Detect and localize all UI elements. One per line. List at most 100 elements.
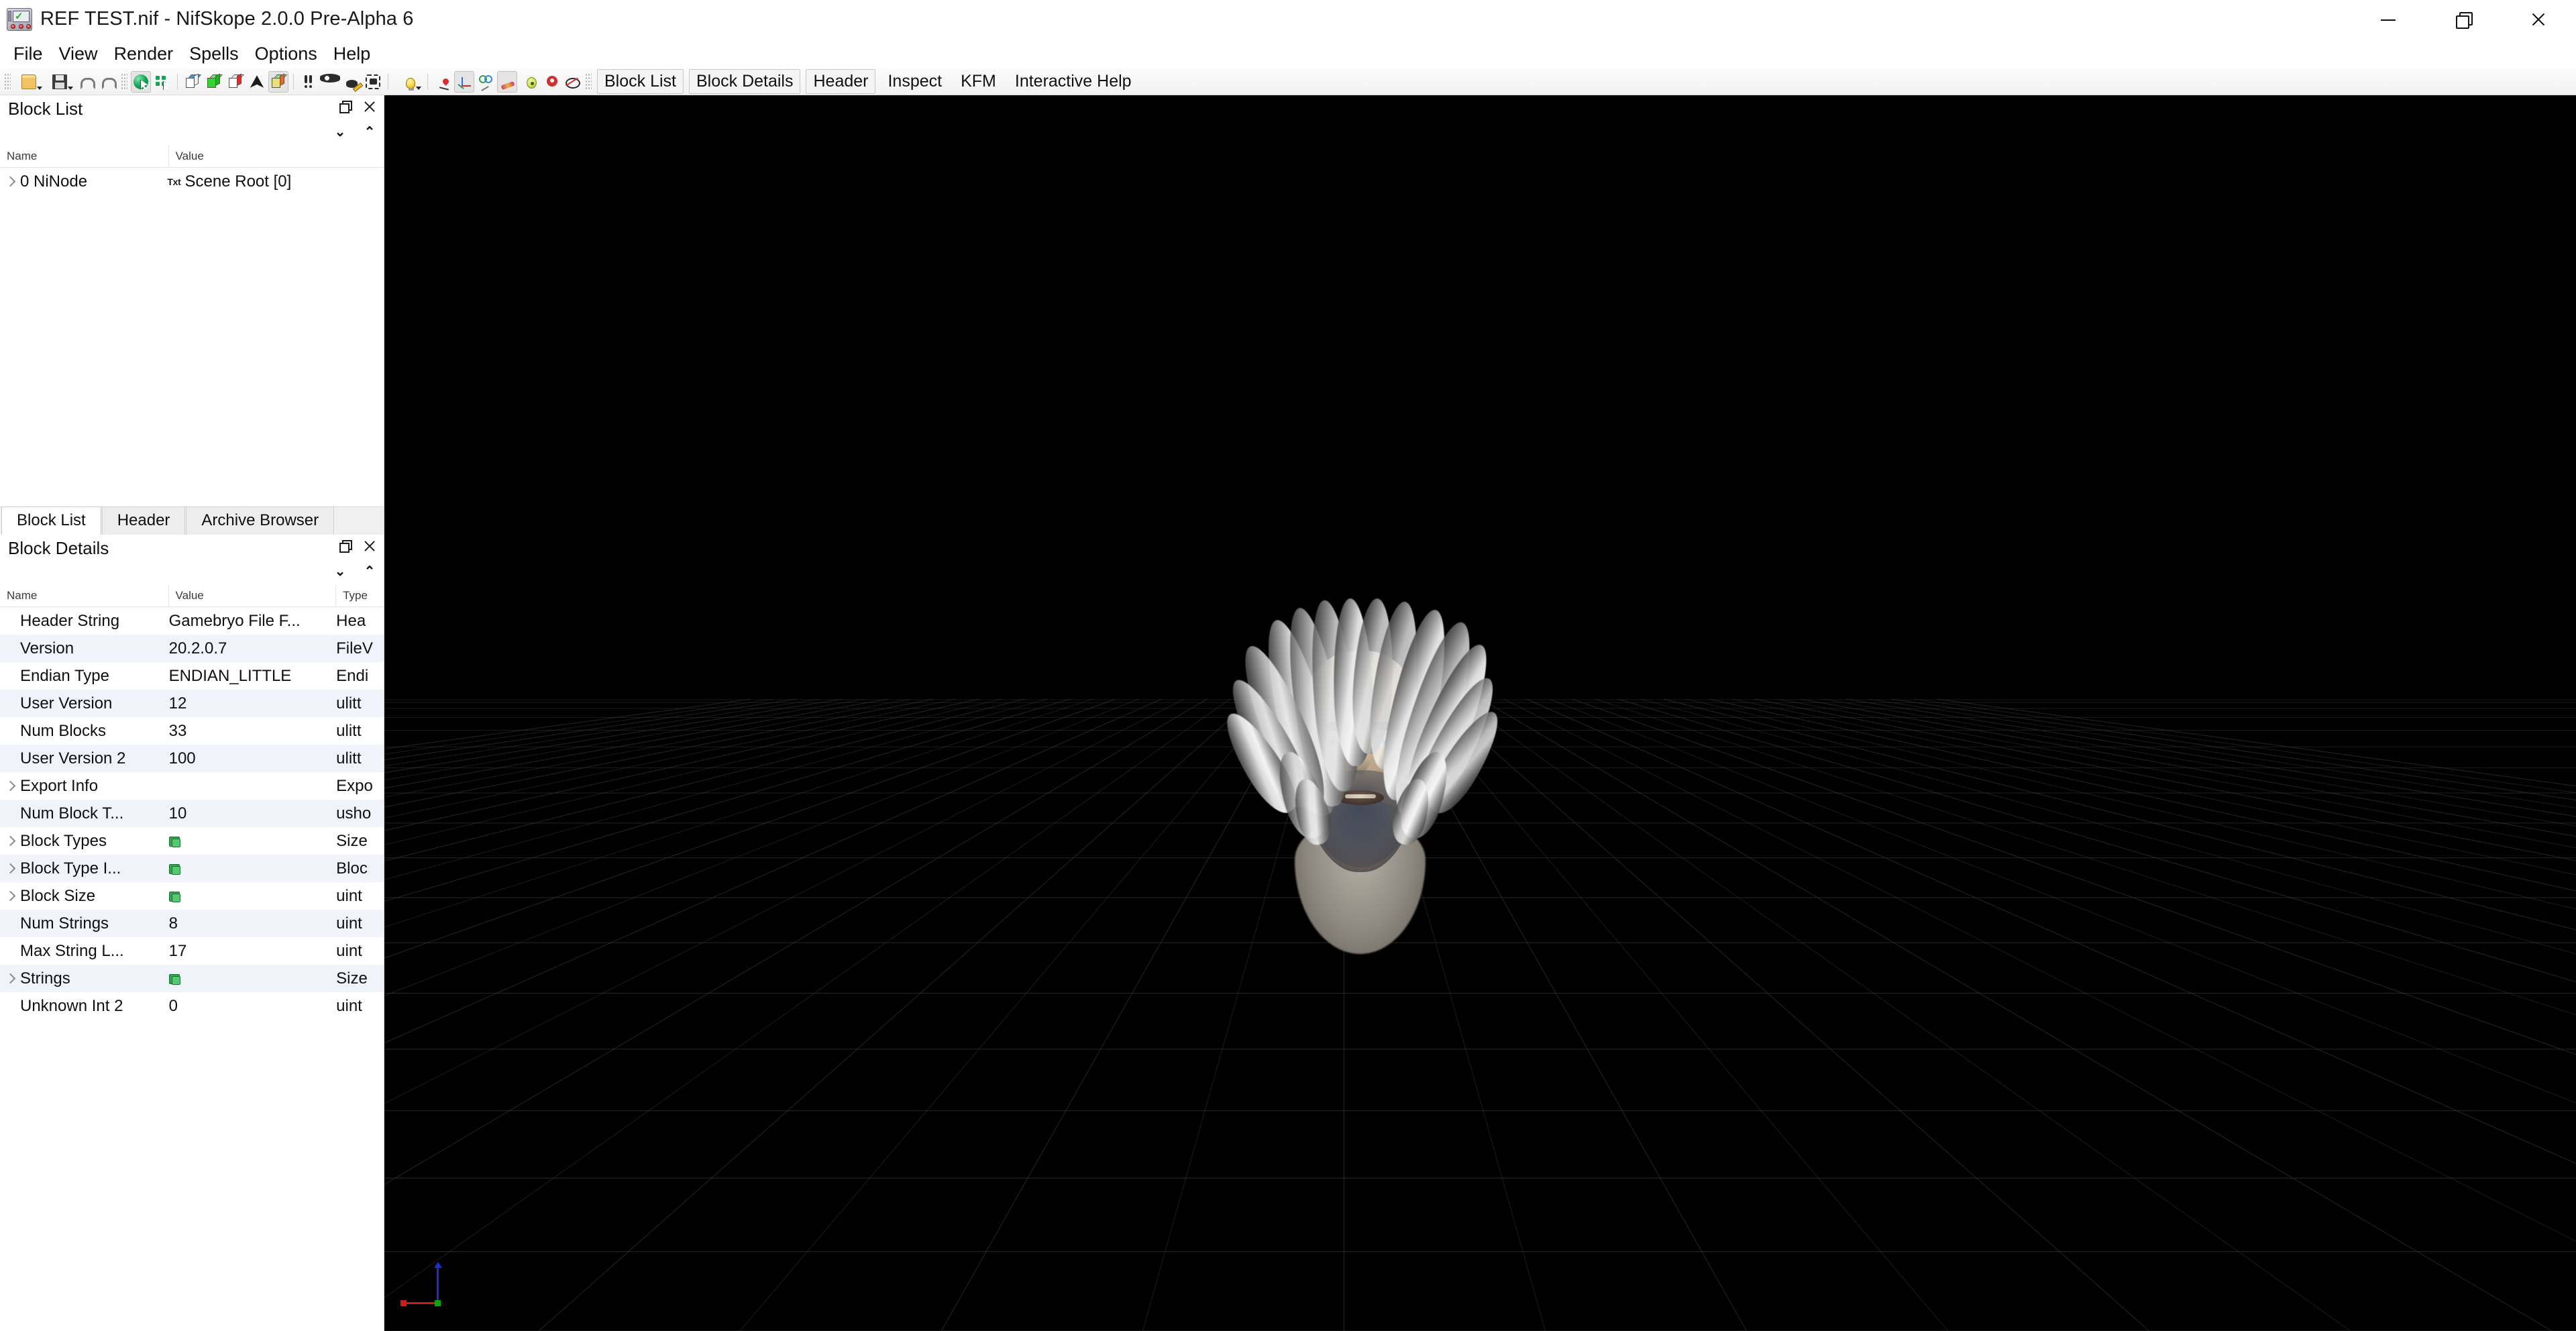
block-details-row-value: 8 xyxy=(168,914,178,933)
render-viewport[interactable] xyxy=(384,95,2576,1331)
menu-item-render[interactable]: Render xyxy=(106,42,182,66)
menu-item-options[interactable]: Options xyxy=(247,42,325,66)
block-details-row[interactable]: User Version 2 100 ulitt xyxy=(0,745,384,772)
show-normals-button[interactable] xyxy=(247,71,267,93)
block-details-row[interactable]: Header String Gamebryo File F... Hea xyxy=(0,607,384,635)
block-list-tree[interactable]: 0 NiNode Txt Scene Root [0] xyxy=(0,168,384,507)
show-bounding-box-button[interactable] xyxy=(182,71,203,93)
sidebar-tab-header[interactable]: Header xyxy=(101,507,186,535)
block-details-tree[interactable]: Header String Gamebryo File F... Hea Versio… xyxy=(0,607,384,1331)
block-details-row-type: ulitt xyxy=(336,721,362,740)
expand-chevron-icon[interactable] xyxy=(0,855,20,882)
show-bones-button[interactable] xyxy=(497,70,517,93)
edit-visibility-button[interactable] xyxy=(341,71,362,93)
show-axes-marker-button[interactable] xyxy=(433,71,453,93)
block-details-row[interactable]: Block Type I... Bloc xyxy=(0,855,384,882)
block-details-row[interactable]: Block Size uint xyxy=(0,882,384,910)
block-details-row[interactable]: Unknown Int 2 0 uint xyxy=(0,992,384,1020)
expand-chevron-icon[interactable] xyxy=(0,827,20,855)
node-sphere-icon xyxy=(526,77,537,89)
row-indent xyxy=(0,910,20,937)
redo-button[interactable] xyxy=(97,71,117,93)
undo-button[interactable] xyxy=(76,71,96,93)
toolbar-tab-block-list[interactable]: Block List xyxy=(597,69,684,94)
toolbar-grip[interactable] xyxy=(121,72,127,91)
show-nodes-button[interactable] xyxy=(519,71,539,93)
show-textured-button[interactable] xyxy=(268,70,288,93)
block-details-row-type: ulitt xyxy=(336,694,362,712)
show-axes-button[interactable] xyxy=(454,70,474,93)
expand-chevron-icon[interactable] xyxy=(0,772,20,800)
show-wireframe-button[interactable] xyxy=(225,71,246,93)
block-list-row-name: 0 NiNode xyxy=(20,172,88,191)
float-panel-icon[interactable] xyxy=(337,539,352,553)
show-markers-button[interactable] xyxy=(299,71,319,93)
float-panel-icon[interactable] xyxy=(337,99,352,114)
menu-item-spells[interactable]: Spells xyxy=(181,42,247,66)
hide-nodes-button[interactable] xyxy=(561,71,582,93)
collapse-all-chevron-icon[interactable]: ⌃ xyxy=(362,563,377,579)
block-details-row[interactable]: Endian Type ENDIAN_LITTLE Endi xyxy=(0,662,384,690)
block-details-row[interactable]: Num Strings 8 uint xyxy=(0,910,384,937)
sidebar-tab-archive-browser[interactable]: Archive Browser xyxy=(186,507,335,535)
vertex-select-cursor-icon xyxy=(155,74,170,89)
block-details-column-type[interactable]: Type xyxy=(336,584,384,606)
restore-icon xyxy=(2455,11,2472,29)
block-details-row-type: ulitt xyxy=(336,749,362,767)
block-details-row[interactable]: Block Types Size xyxy=(0,827,384,855)
block-list-column-value[interactable]: Value xyxy=(169,145,384,167)
save-file-button[interactable] xyxy=(45,71,74,93)
gizmo-z-arrow xyxy=(434,1262,442,1268)
screenshot-button[interactable] xyxy=(363,71,383,93)
toolbar-separator xyxy=(427,73,428,90)
expand-chevron-icon[interactable] xyxy=(0,168,20,195)
eye-pencil-icon xyxy=(345,79,358,88)
sidebar-tab-block-list[interactable]: Block List xyxy=(1,507,101,535)
show-constraints-button[interactable] xyxy=(476,71,496,93)
show-hidden-button[interactable] xyxy=(320,71,340,93)
block-details-row[interactable]: Max String L... 17 uint xyxy=(0,937,384,965)
gizmo-origin xyxy=(435,1300,441,1306)
minimize-button[interactable] xyxy=(2351,0,2426,39)
collapse-all-chevron-icon[interactable]: ⌃ xyxy=(362,123,377,140)
block-details-column-name[interactable]: Name xyxy=(0,584,169,606)
menu-item-view[interactable]: View xyxy=(51,42,106,66)
open-file-button[interactable] xyxy=(14,71,44,93)
toolbar-grip[interactable] xyxy=(4,72,11,91)
toolbar-grip[interactable] xyxy=(585,72,592,91)
close-panel-icon[interactable] xyxy=(362,99,377,114)
expand-all-chevron-icon[interactable]: ⌄ xyxy=(333,123,347,140)
toolbar-tab-header[interactable]: Header xyxy=(806,69,876,94)
block-details-row-type: Endi xyxy=(336,666,369,685)
block-details-row[interactable]: Num Block T... 10 usho xyxy=(0,800,384,827)
block-details-row[interactable]: Version 20.2.0.7 FileV xyxy=(0,635,384,662)
toolbar-tab-inspect[interactable]: Inspect xyxy=(881,70,949,93)
maximize-button[interactable] xyxy=(2426,0,2501,39)
toolbar-tab-kfm[interactable]: KFM xyxy=(954,70,1003,93)
block-list-row-0[interactable]: 0 NiNode Txt Scene Root [0] xyxy=(0,168,384,195)
select-vertex-button[interactable] xyxy=(152,71,172,93)
menu-item-file[interactable]: File xyxy=(5,42,51,66)
expand-chevron-icon[interactable] xyxy=(0,882,20,910)
block-details-row[interactable]: Strings Size xyxy=(0,965,384,992)
close-panel-icon[interactable] xyxy=(362,539,377,553)
block-list-panel-header: Block List xyxy=(0,95,384,122)
block-details-row-name: User Version xyxy=(20,694,113,712)
block-details-row[interactable]: Num Blocks 33 ulitt xyxy=(0,717,384,745)
block-details-column-value[interactable]: Value xyxy=(169,584,337,606)
block-list-column-name[interactable]: Name xyxy=(0,145,169,167)
block-details-row[interactable]: Export Info Expo xyxy=(0,772,384,800)
expand-chevron-icon[interactable] xyxy=(0,965,20,992)
toolbar-separator xyxy=(177,73,178,90)
close-button[interactable] xyxy=(2501,0,2576,39)
expand-all-chevron-icon[interactable]: ⌄ xyxy=(333,563,347,579)
lighting-button[interactable] xyxy=(393,71,423,93)
select-object-button[interactable] xyxy=(131,70,151,93)
show-furniture-markers-button[interactable] xyxy=(540,71,560,93)
toolbar-tab-interactive-help[interactable]: Interactive Help xyxy=(1008,70,1138,93)
block-details-row[interactable]: User Version 12 ulitt xyxy=(0,690,384,717)
show-solid-button[interactable] xyxy=(204,71,224,93)
menu-item-help[interactable]: Help xyxy=(325,42,379,66)
toolbar-tab-block-details[interactable]: Block Details xyxy=(688,69,801,94)
block-details-row-type: Size xyxy=(336,831,368,850)
